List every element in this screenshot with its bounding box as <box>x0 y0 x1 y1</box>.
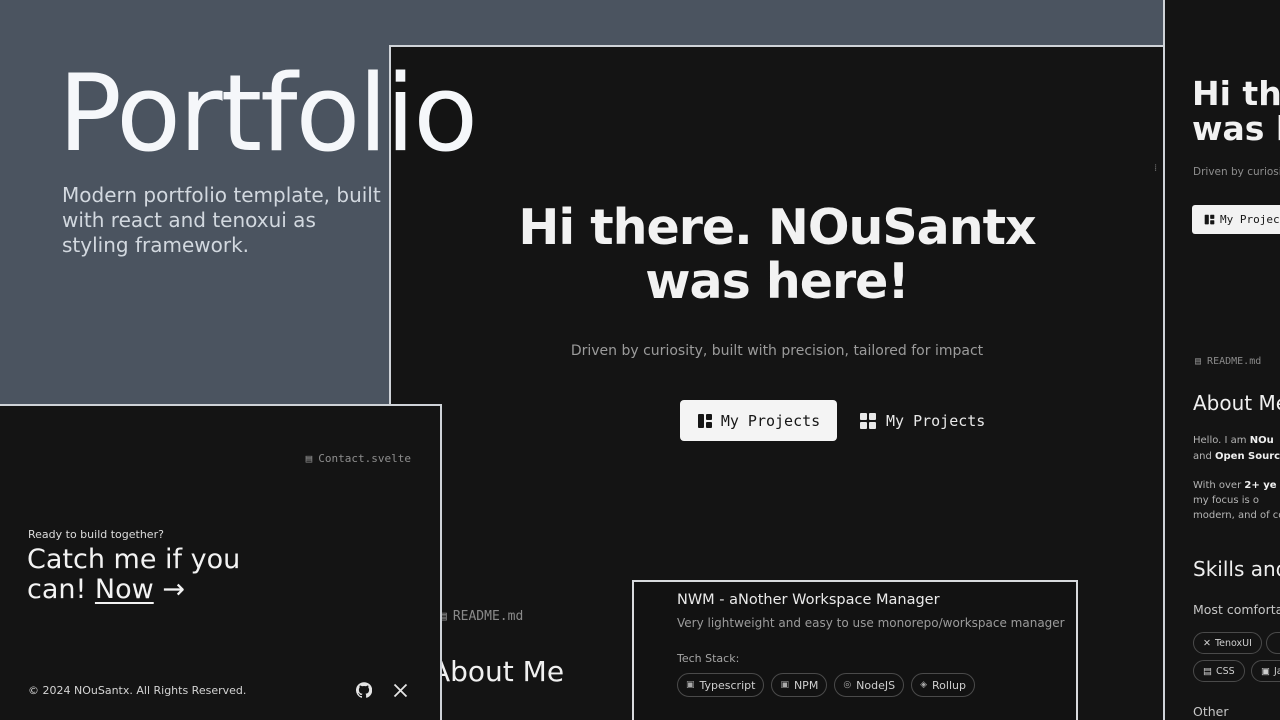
main-subheading: Driven by curiosity, built with precisio… <box>570 343 984 359</box>
layout-icon <box>1204 214 1215 225</box>
right-heading-line2: was h <box>1192 109 1280 148</box>
main-preview-panel: Hi there. NOuSantx was here! Driven by c… <box>389 45 1163 720</box>
readme-tag: ▤ README.md <box>439 609 523 624</box>
skill-chip-label: CSS <box>1215 665 1235 677</box>
right-heading: Hi the was h <box>1192 76 1280 146</box>
skill-chip-label: TenoxUI <box>1214 637 1252 649</box>
contact-preview-panel: ▤ Contact.svelte Ready to build together… <box>0 404 442 720</box>
file-icon: ▤ <box>305 452 313 465</box>
copyright: © 2024 NOuSantx. All Rights Reserved. <box>28 684 247 697</box>
tech-chip-npm: ▣ NPM <box>771 673 828 697</box>
layout-icon <box>697 413 712 428</box>
tech-chip-label: Typescript <box>699 678 756 692</box>
about-title: About Me <box>431 655 565 688</box>
my-projects-secondary-button[interactable]: My Projects <box>859 400 985 441</box>
contact-file-label: Contact.svelte <box>318 452 411 465</box>
main-heading-line1: Hi there. NOuSantx <box>518 199 1036 256</box>
contact-heading: Catch me if you can! Now → <box>27 545 287 605</box>
nodejs-icon: ◎ <box>843 680 852 690</box>
main-heading: Hi there. NOuSantx was here! <box>391 201 1163 309</box>
tech-stack-list: ▣ Typescript ▣ NPM ◎ NodeJS ◈ Rollup <box>677 673 1076 697</box>
x-icon: ✕ <box>1203 637 1211 649</box>
right-other-label: Other <box>1193 704 1229 719</box>
my-projects-secondary-label: My Projects <box>886 411 986 430</box>
skill-chip-css: ▤ CSS <box>1193 660 1245 682</box>
project-title: NWM - aNother Workspace Manager <box>677 592 940 608</box>
rollup-icon: ◈ <box>920 680 928 690</box>
right-readme-label: README.md <box>1207 356 1262 367</box>
contact-file-tag: ▤ Contact.svelte <box>306 452 411 465</box>
contact-kicker: Ready to build together? <box>28 528 164 541</box>
x-twitter-icon[interactable] <box>390 680 410 700</box>
right-about-line: modern, and of cou <box>1193 510 1280 521</box>
right-about-title: About Me <box>1193 391 1280 415</box>
my-projects-primary-label: My Projects <box>720 411 821 430</box>
right-readme-tag: ▤ README.md <box>1195 356 1262 367</box>
drag-handle-icon[interactable]: ⁞ <box>1154 163 1164 177</box>
skill-chip <box>1266 632 1280 654</box>
right-my-projects-button[interactable]: My Projects <box>1192 205 1280 234</box>
tech-chip-label: NPM <box>793 678 819 692</box>
skill-chip-tenoxui: ✕ TenoxUI <box>1193 632 1262 654</box>
tech-chip-rollup: ◈ Rollup <box>911 673 975 697</box>
right-subheading: Driven by curiosity, <box>1193 166 1280 178</box>
right-comfortable-label: Most comfortal <box>1193 602 1280 617</box>
github-icon[interactable] <box>354 680 374 700</box>
tech-chip-label: Rollup <box>932 678 966 692</box>
hero-description: Modern portfolio template, built with re… <box>62 183 381 257</box>
tech-stack-label: Tech Stack: <box>677 652 740 665</box>
js-icon: ▣ <box>1261 665 1270 677</box>
npm-icon: ▣ <box>780 680 789 690</box>
grid-icon <box>860 412 876 429</box>
contact-now-link[interactable]: Now <box>95 574 154 605</box>
tech-chip-typescript: ▣ Typescript <box>677 673 765 697</box>
skill-chip-label: Ja <box>1273 665 1280 677</box>
right-skills-title: Skills and <box>1193 557 1280 581</box>
tech-chip-nodejs: ◎ NodeJS <box>834 673 905 697</box>
right-text: Hello. I am <box>1193 435 1250 446</box>
readme-label: README.md <box>452 609 524 624</box>
page-title: Portfolio <box>58 52 478 175</box>
right-text-bold: 2+ ye <box>1244 480 1277 491</box>
arrow-right-icon: → <box>162 574 185 605</box>
right-about-line: my focus is o <box>1193 495 1259 506</box>
project-card[interactable]: NWM - aNother Workspace Manager Very lig… <box>632 580 1078 720</box>
right-about-line: and Open Sourcer <box>1193 451 1280 462</box>
right-about-line: With over 2+ ye <box>1193 480 1277 491</box>
skill-chip-js: ▣Ja <box>1251 660 1280 682</box>
main-heading-line2: was here! <box>645 253 909 310</box>
my-projects-primary-button[interactable]: My Projects <box>680 400 837 441</box>
tech-chip-label: NodeJS <box>856 678 896 692</box>
typescript-icon: ▣ <box>686 680 695 690</box>
right-text: and <box>1193 451 1215 462</box>
right-about-line: Hello. I am NOu <box>1193 435 1274 446</box>
right-heading-line1: Hi the <box>1192 74 1280 113</box>
right-text-bold: NOu <box>1249 435 1274 446</box>
right-text-bold: Open Sourcer <box>1215 451 1280 462</box>
css-icon: ▤ <box>1203 665 1212 677</box>
mobile-preview-panel: Hi the was h Driven by curiosity, My Pro… <box>1163 0 1280 720</box>
project-description: Very lightweight and easy to use monorep… <box>677 616 1065 630</box>
right-button-label: My Projects <box>1220 213 1280 226</box>
right-text: With over <box>1193 480 1245 491</box>
